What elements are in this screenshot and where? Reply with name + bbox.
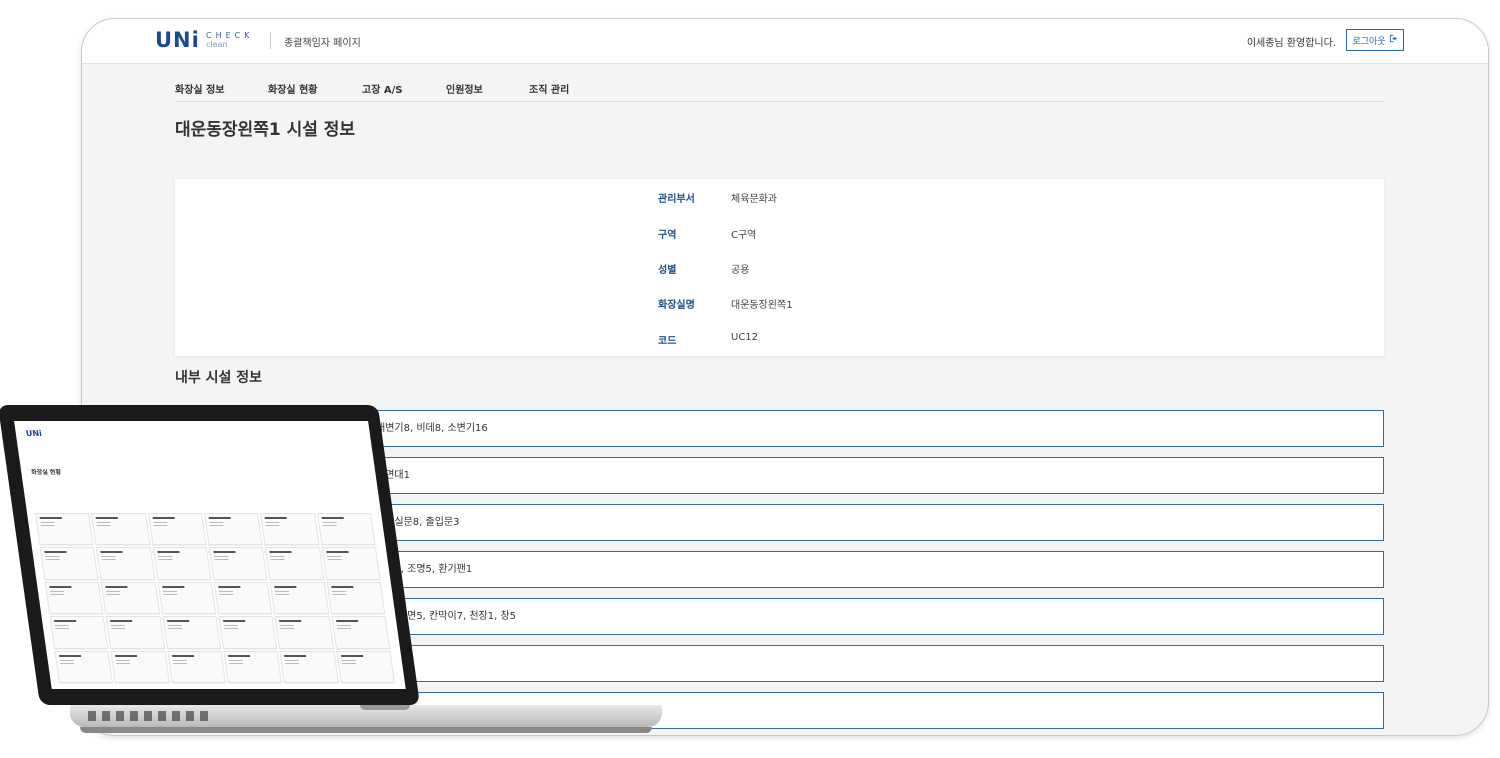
mini-card (223, 650, 283, 683)
info-label: 화장실명 (658, 300, 695, 311)
mini-card (336, 650, 395, 683)
mini-card (218, 616, 278, 649)
info-value: 대운동장왼쪽1 (731, 300, 793, 311)
mini-card (157, 581, 217, 615)
mini-card (260, 513, 320, 546)
mini-card (96, 547, 156, 580)
mini-card (213, 581, 273, 615)
mini-card (321, 547, 381, 580)
laptop-base (70, 705, 662, 727)
info-label: 코드 (658, 336, 677, 347)
mini-card (44, 581, 104, 615)
mini-card (91, 513, 151, 546)
logo-text: UNi (155, 28, 200, 52)
mini-card (105, 616, 165, 649)
mini-logo: UNi (25, 429, 43, 438)
page-title: 대운동장왼쪽1 시설 정보 (175, 120, 356, 140)
mini-card (110, 650, 170, 683)
laptop-lid: UNi 화장실 현황 (0, 405, 421, 705)
mini-title: 화장실 현황 (30, 469, 62, 476)
mini-card (35, 513, 94, 546)
mini-card (274, 616, 334, 649)
logo-clean-text: clean (206, 40, 228, 49)
header-divider (270, 32, 271, 49)
nav-item-repair-as[interactable]: 고장 A/S (362, 81, 402, 96)
mini-card (279, 650, 339, 683)
nav-item-toilet-status[interactable]: 화장실 현황 (268, 81, 317, 96)
welcome-message: 이세종님 환영합니다. (1246, 38, 1336, 49)
info-label: 관리부서 (658, 194, 695, 205)
info-card: 관리부서 체육문화과 구역 C구역 성별 공용 화장실명 대운동장왼쪽1 코드 … (175, 179, 1384, 356)
mini-card (162, 616, 222, 649)
info-value: 공용 (731, 265, 750, 276)
mini-status-grid (35, 513, 395, 683)
info-label: 성별 (658, 265, 677, 276)
laptop-notch (360, 705, 410, 710)
laptop-foot (80, 727, 652, 733)
mini-card (101, 581, 160, 615)
mini-card (49, 616, 109, 649)
mini-card (265, 547, 325, 580)
main-nav: 화장실 정보 화장실 현황 고장 A/S 인원정보 조직 관리 (175, 81, 1384, 102)
nav-item-staff-info[interactable]: 인원정보 (446, 81, 483, 96)
mini-card (204, 513, 263, 546)
mini-card (208, 547, 268, 580)
info-value: 체육문화과 (731, 194, 777, 205)
logout-arrow-icon (1389, 34, 1398, 46)
section-title-facilities: 내부 시설 정보 (175, 370, 263, 386)
mini-card (316, 513, 376, 546)
laptop-mockup: UNi 화장실 현황 (0, 405, 670, 750)
info-value: UC12 (731, 332, 759, 343)
laptop-ports (88, 711, 208, 721)
mini-card (147, 513, 207, 546)
logo-check-text: CHECK (206, 31, 254, 40)
mini-card (39, 547, 99, 580)
mini-card (152, 547, 212, 580)
mini-card (326, 581, 386, 615)
nav-item-org-manage[interactable]: 조직 관리 (529, 81, 569, 96)
info-value: C구역 (731, 230, 757, 241)
logout-label: 로그아웃 (1352, 36, 1386, 47)
laptop-screen: UNi 화장실 현황 (14, 421, 406, 689)
mini-card (331, 616, 391, 649)
info-label: 구역 (658, 230, 677, 241)
top-bar: UNi CHECK clean 종괄책임자 페이지 이세종님 환영합니다. 로그… (82, 19, 1488, 64)
mini-card (54, 650, 114, 683)
mini-card (270, 581, 329, 615)
page-role: 종괄책임자 페이지 (284, 38, 361, 49)
logout-button[interactable]: 로그아웃 (1346, 29, 1404, 51)
mini-card (167, 650, 226, 683)
nav-item-toilet-info[interactable]: 화장실 정보 (175, 81, 224, 96)
